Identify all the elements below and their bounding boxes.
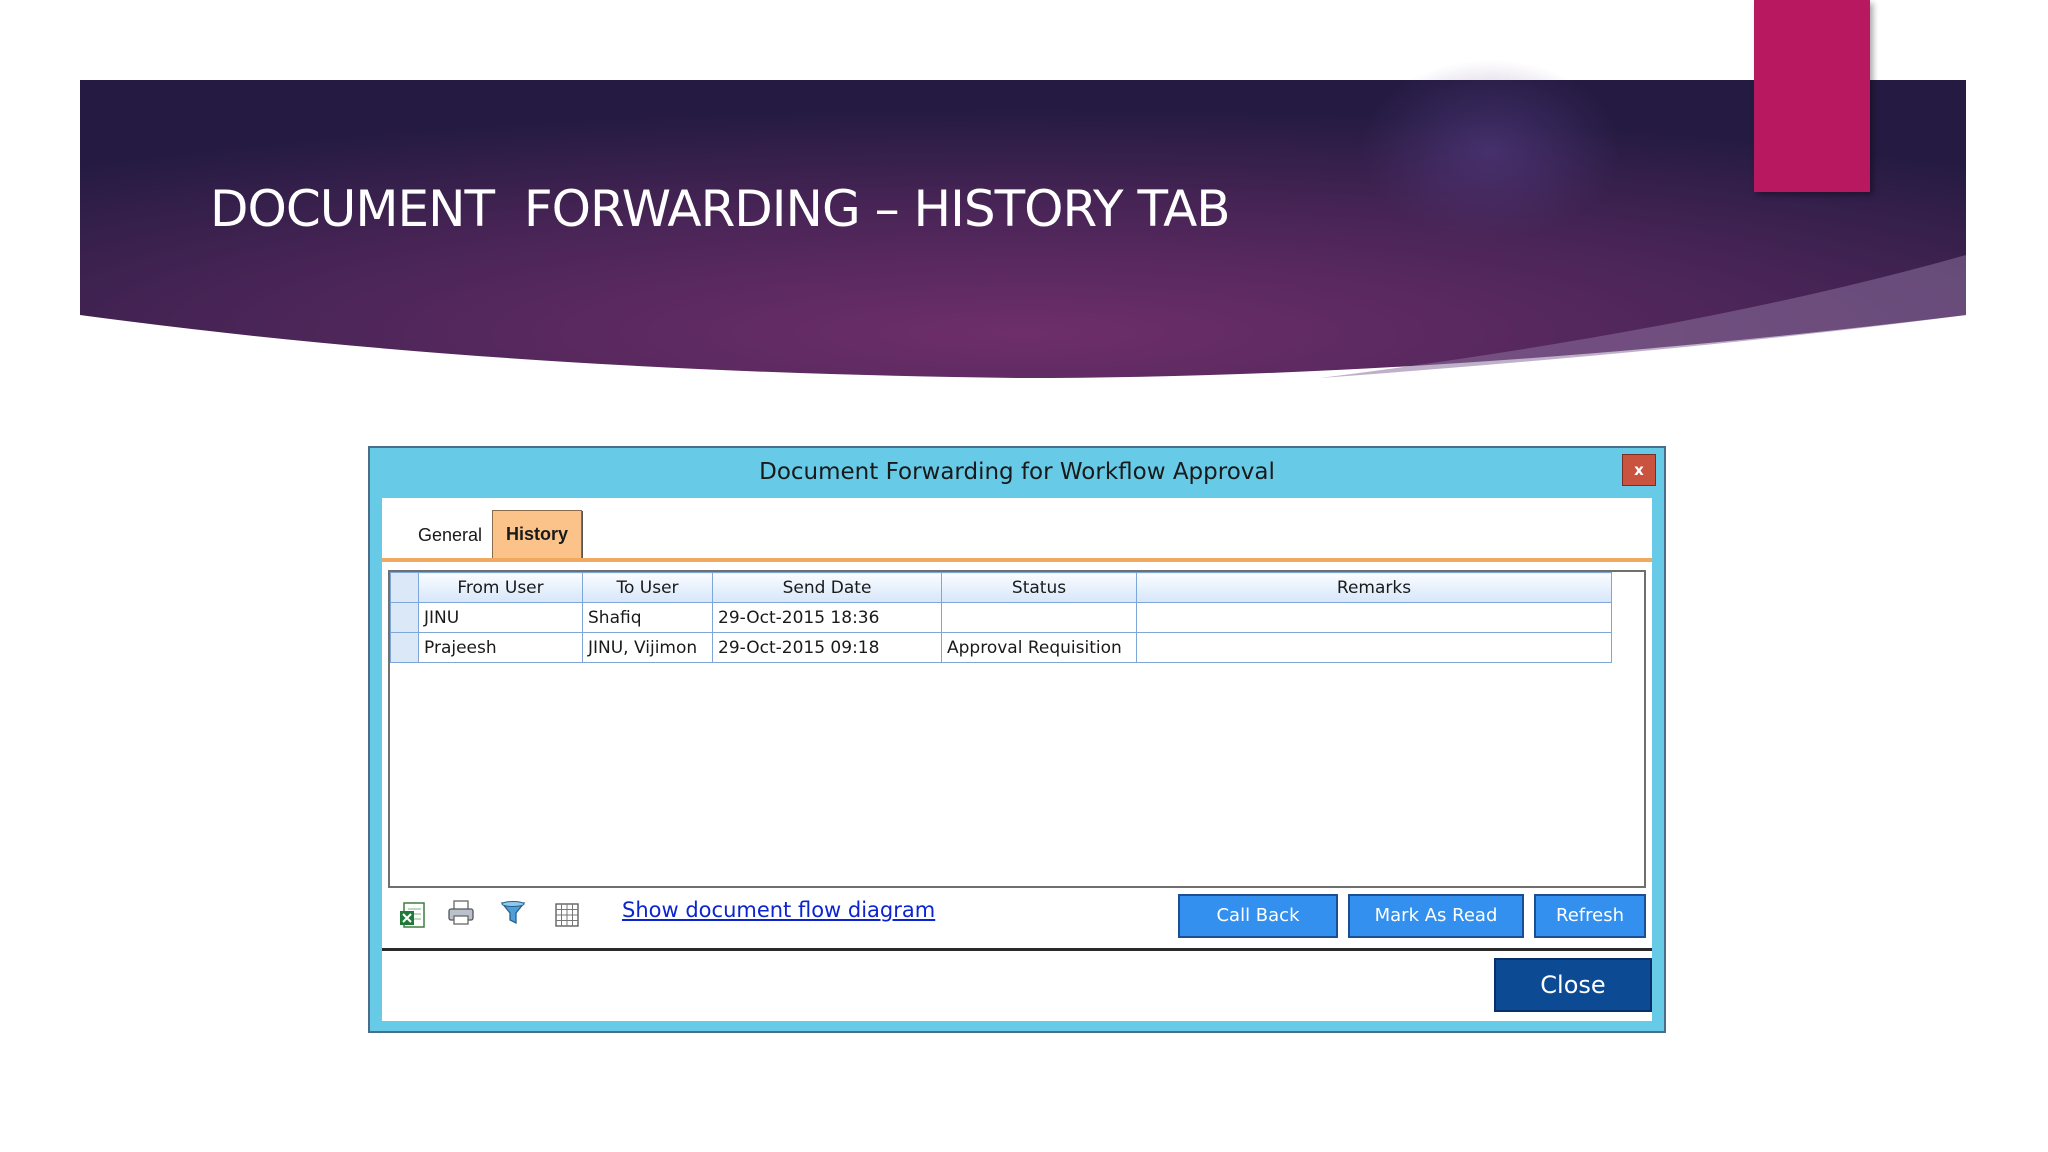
grid-icon[interactable]: [552, 900, 582, 930]
row-selector[interactable]: [390, 602, 419, 633]
row-selector[interactable]: [390, 632, 419, 663]
document-forwarding-dialog: Document Forwarding for Workflow Approva…: [368, 446, 1666, 1033]
tab-general[interactable]: General: [402, 512, 498, 558]
dialog-body: General History From User To User Send D…: [382, 498, 1652, 1021]
accent-tab: [1754, 0, 1870, 192]
footer-divider: [382, 948, 1652, 951]
history-grid: From User To User Send Date Status Remar…: [388, 570, 1646, 888]
close-icon[interactable]: x: [1622, 454, 1656, 486]
column-header-send-date[interactable]: Send Date: [712, 572, 942, 603]
cell-from-user[interactable]: JINU: [418, 602, 583, 633]
cell-status[interactable]: [941, 602, 1137, 633]
mark-as-read-button[interactable]: Mark As Read: [1348, 894, 1524, 938]
print-icon[interactable]: [446, 898, 476, 928]
tab-underline: [382, 558, 1652, 562]
cell-remarks[interactable]: [1136, 632, 1612, 663]
table-row[interactable]: Prajeesh JINU, Vijimon 29-Oct-2015 09:18…: [390, 632, 1612, 663]
excel-export-icon[interactable]: [398, 900, 428, 930]
slide-title: DOCUMENT FORWARDING – HISTORY TAB: [210, 180, 1231, 238]
column-header-from-user[interactable]: From User: [418, 572, 583, 603]
show-flow-diagram-link[interactable]: Show document flow diagram: [622, 898, 935, 922]
close-button[interactable]: Close: [1494, 958, 1652, 1012]
table-header-row: From User To User Send Date Status Remar…: [390, 572, 1612, 603]
dialog-title: Document Forwarding for Workflow Approva…: [759, 459, 1275, 485]
history-table: From User To User Send Date Status Remar…: [390, 572, 1612, 663]
column-header-status[interactable]: Status: [941, 572, 1137, 603]
cell-from-user[interactable]: Prajeesh: [418, 632, 583, 663]
presentation-slide: DOCUMENT FORWARDING – HISTORY TAB Docume…: [0, 0, 2048, 1152]
tab-history[interactable]: History: [492, 510, 582, 558]
cell-to-user[interactable]: Shafiq: [582, 602, 713, 633]
cell-status[interactable]: Approval Requisition: [941, 632, 1137, 663]
call-back-button[interactable]: Call Back: [1178, 894, 1338, 938]
filter-icon[interactable]: [498, 898, 528, 928]
cell-remarks[interactable]: [1136, 602, 1612, 633]
cell-send-date[interactable]: 29-Oct-2015 18:36: [712, 602, 942, 633]
column-header-remarks[interactable]: Remarks: [1136, 572, 1612, 603]
cell-send-date[interactable]: 29-Oct-2015 09:18: [712, 632, 942, 663]
table-row[interactable]: JINU Shafiq 29-Oct-2015 18:36: [390, 602, 1612, 633]
column-header-to-user[interactable]: To User: [582, 572, 713, 603]
refresh-button[interactable]: Refresh: [1534, 894, 1646, 938]
cell-to-user[interactable]: JINU, Vijimon: [582, 632, 713, 663]
row-header-corner: [390, 572, 419, 603]
